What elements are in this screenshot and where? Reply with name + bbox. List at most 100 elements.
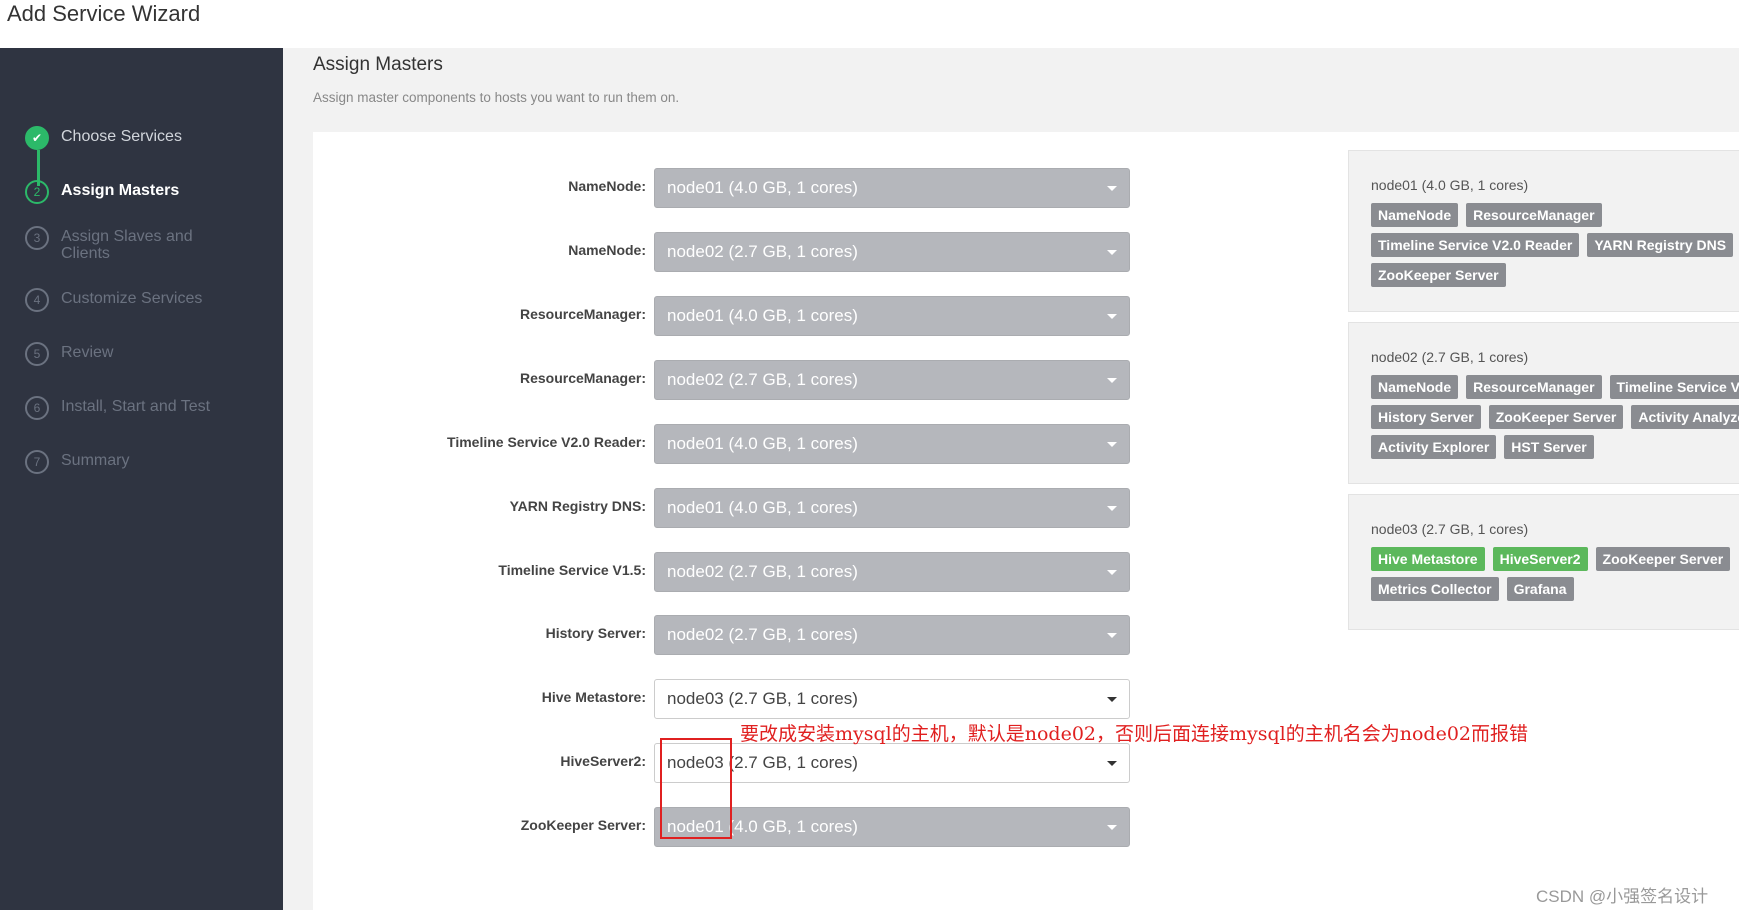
component-tag: ZooKeeper Server <box>1488 405 1624 429</box>
component-tags: NameNode ResourceManager Timeline Servic… <box>1371 203 1739 293</box>
assignment-row: NameNode: node02 (2.7 GB, 1 cores) <box>313 232 1133 272</box>
assignment-row: ResourceManager: node02 (2.7 GB, 1 cores… <box>313 360 1133 400</box>
host-name: node03 (2.7 GB, 1 cores) <box>1371 521 1529 537</box>
component-tag: ResourceManager <box>1466 203 1602 227</box>
assign-masters-panel: NameNode: node01 (4.0 GB, 1 cores) NameN… <box>313 132 1739 910</box>
host-select-value: node01 (4.0 GB, 1 cores) <box>667 434 858 453</box>
component-tag: NameNode <box>1371 375 1459 399</box>
assignment-row: Hive Metastore: node03 (2.7 GB, 1 cores) <box>313 679 1133 719</box>
caret-down-icon <box>1107 186 1117 191</box>
host-select[interactable]: node01 (4.0 GB, 1 cores) <box>654 488 1130 528</box>
host-select[interactable]: node01 (4.0 GB, 1 cores) <box>654 296 1130 336</box>
component-tag: History Server <box>1371 405 1481 429</box>
assignment-row: ResourceManager: node01 (4.0 GB, 1 cores… <box>313 296 1133 336</box>
step-number: 6 <box>25 396 49 420</box>
caret-down-icon <box>1107 570 1117 575</box>
step-summary: 7 Summary <box>25 450 211 474</box>
caret-down-icon <box>1107 633 1117 638</box>
wizard-steps-sidebar: ✔ Choose Services 2 Assign Masters 3 Ass… <box>0 48 283 910</box>
host-select-value: node02 (2.7 GB, 1 cores) <box>667 562 858 581</box>
component-label: Hive Metastore: <box>541 689 646 705</box>
component-tag: ZooKeeper Server <box>1595 547 1731 571</box>
annotation-note: 要改成安装mysql的主机，默认是node02，否则后面连接mysql的主机名会… <box>740 723 1529 745</box>
host-select[interactable]: node02 (2.7 GB, 1 cores) <box>654 360 1130 400</box>
caret-down-icon <box>1107 314 1117 319</box>
step-label: Customize Services <box>61 290 203 307</box>
host-name: node02 (2.7 GB, 1 cores) <box>1371 349 1529 365</box>
assignment-row: Timeline Service V2.0 Reader: node01 (4.… <box>313 424 1133 464</box>
component-label: Timeline Service V1.5: <box>498 562 646 578</box>
host-select-value: node01 (4.0 GB, 1 cores) <box>667 498 858 517</box>
component-label: ZooKeeper Server: <box>520 817 646 833</box>
main-content: Assign Masters Assign master components … <box>283 48 1739 910</box>
host-select-value: node01 (4.0 GB, 1 cores) <box>667 178 858 197</box>
host-summary-node03: node03 (2.7 GB, 1 cores) Hive Metastore … <box>1348 494 1739 630</box>
host-select[interactable]: node02 (2.7 GB, 1 cores) <box>654 615 1130 655</box>
page-subtitle: Assign master components to hosts you wa… <box>313 90 680 105</box>
component-label: Timeline Service V2.0 Reader: <box>447 434 646 450</box>
caret-down-icon <box>1107 761 1117 766</box>
component-label: History Server: <box>545 625 646 641</box>
assignment-row: YARN Registry DNS: node01 (4.0 GB, 1 cor… <box>313 488 1133 528</box>
component-tag: Metrics Collector <box>1371 577 1499 601</box>
host-select-value: node01 (4.0 GB, 1 cores) <box>667 306 858 325</box>
host-select-value: node02 (2.7 GB, 1 cores) <box>667 625 858 644</box>
step-label: Review <box>61 344 114 361</box>
component-tag: Grafana <box>1506 577 1574 601</box>
step-label: Choose Services <box>61 128 182 145</box>
component-label: ResourceManager: <box>519 306 646 322</box>
component-tags: NameNode ResourceManager Timeline Servic… <box>1371 375 1739 465</box>
check-icon: ✔ <box>25 126 49 150</box>
step-assign-slaves: 3 Assign Slaves and Clients <box>25 226 211 262</box>
host-select[interactable]: node02 (2.7 GB, 1 cores) <box>654 232 1130 272</box>
host-select-value: node03 (2.7 GB, 1 cores) <box>667 689 858 708</box>
component-tag-highlighted: Hive Metastore <box>1371 547 1485 571</box>
step-number: 4 <box>25 288 49 312</box>
component-tags: Hive Metastore HiveServer2 ZooKeeper Ser… <box>1371 547 1739 607</box>
component-tag: HST Server <box>1504 435 1594 459</box>
caret-down-icon <box>1107 250 1117 255</box>
wizard-title: Add Service Wizard <box>7 1 201 26</box>
assignment-row: NameNode: node01 (4.0 GB, 1 cores) <box>313 168 1133 208</box>
page-title: Assign Masters <box>313 54 443 75</box>
caret-down-icon <box>1107 442 1117 447</box>
step-label: Summary <box>61 452 130 469</box>
component-tag-highlighted: HiveServer2 <box>1492 547 1588 571</box>
component-label: ResourceManager: <box>519 370 646 386</box>
assignment-row: History Server: node02 (2.7 GB, 1 cores) <box>313 615 1133 655</box>
step-label: Assign Slaves and Clients <box>61 228 193 262</box>
watermark: CSDN @小强签名设计 <box>1536 887 1709 906</box>
component-tag: ZooKeeper Server <box>1371 263 1506 287</box>
component-tag: YARN Registry DNS <box>1587 233 1734 257</box>
host-select-value: node02 (2.7 GB, 1 cores) <box>667 242 858 261</box>
host-summary-node02: node02 (2.7 GB, 1 cores) NameNode Resour… <box>1348 322 1739 484</box>
annotation-highlight-box <box>660 738 732 839</box>
component-tag: Activity Explorer <box>1371 435 1497 459</box>
step-install-start-test: 6 Install, Start and Test <box>25 396 211 420</box>
host-select-value: node02 (2.7 GB, 1 cores) <box>667 370 858 389</box>
step-label: Install, Start and Test <box>61 398 211 415</box>
step-choose-services[interactable]: ✔ Choose Services <box>25 126 211 150</box>
host-select[interactable]: node02 (2.7 GB, 1 cores) <box>654 552 1130 592</box>
component-label: HiveServer2: <box>560 753 646 769</box>
step-number: 5 <box>25 342 49 366</box>
host-select[interactable]: node01 (4.0 GB, 1 cores) <box>654 424 1130 464</box>
host-select[interactable]: node01 (4.0 GB, 1 cores) <box>654 168 1130 208</box>
step-assign-masters[interactable]: 2 Assign Masters <box>25 180 211 204</box>
step-number: 2 <box>25 180 49 204</box>
component-tag: Timeline Service V2.0 Reader <box>1371 233 1580 257</box>
caret-down-icon <box>1107 506 1117 511</box>
caret-down-icon <box>1107 378 1117 383</box>
component-tag: Timeline Service V1.5 <box>1609 375 1739 399</box>
component-tag: ResourceManager <box>1466 375 1602 399</box>
assignment-row: Timeline Service V1.5: node02 (2.7 GB, 1… <box>313 552 1133 592</box>
step-number: 3 <box>25 226 49 250</box>
host-summary-node01: node01 (4.0 GB, 1 cores) NameNode Resour… <box>1348 150 1739 312</box>
component-label: YARN Registry DNS: <box>509 498 646 514</box>
step-label: Assign Masters <box>61 182 180 199</box>
caret-down-icon <box>1107 825 1117 830</box>
component-tag: Activity Analyzer <box>1631 405 1739 429</box>
step-review: 5 Review <box>25 342 211 366</box>
step-customize-services: 4 Customize Services <box>25 288 211 312</box>
host-select[interactable]: node03 (2.7 GB, 1 cores) <box>654 679 1130 719</box>
